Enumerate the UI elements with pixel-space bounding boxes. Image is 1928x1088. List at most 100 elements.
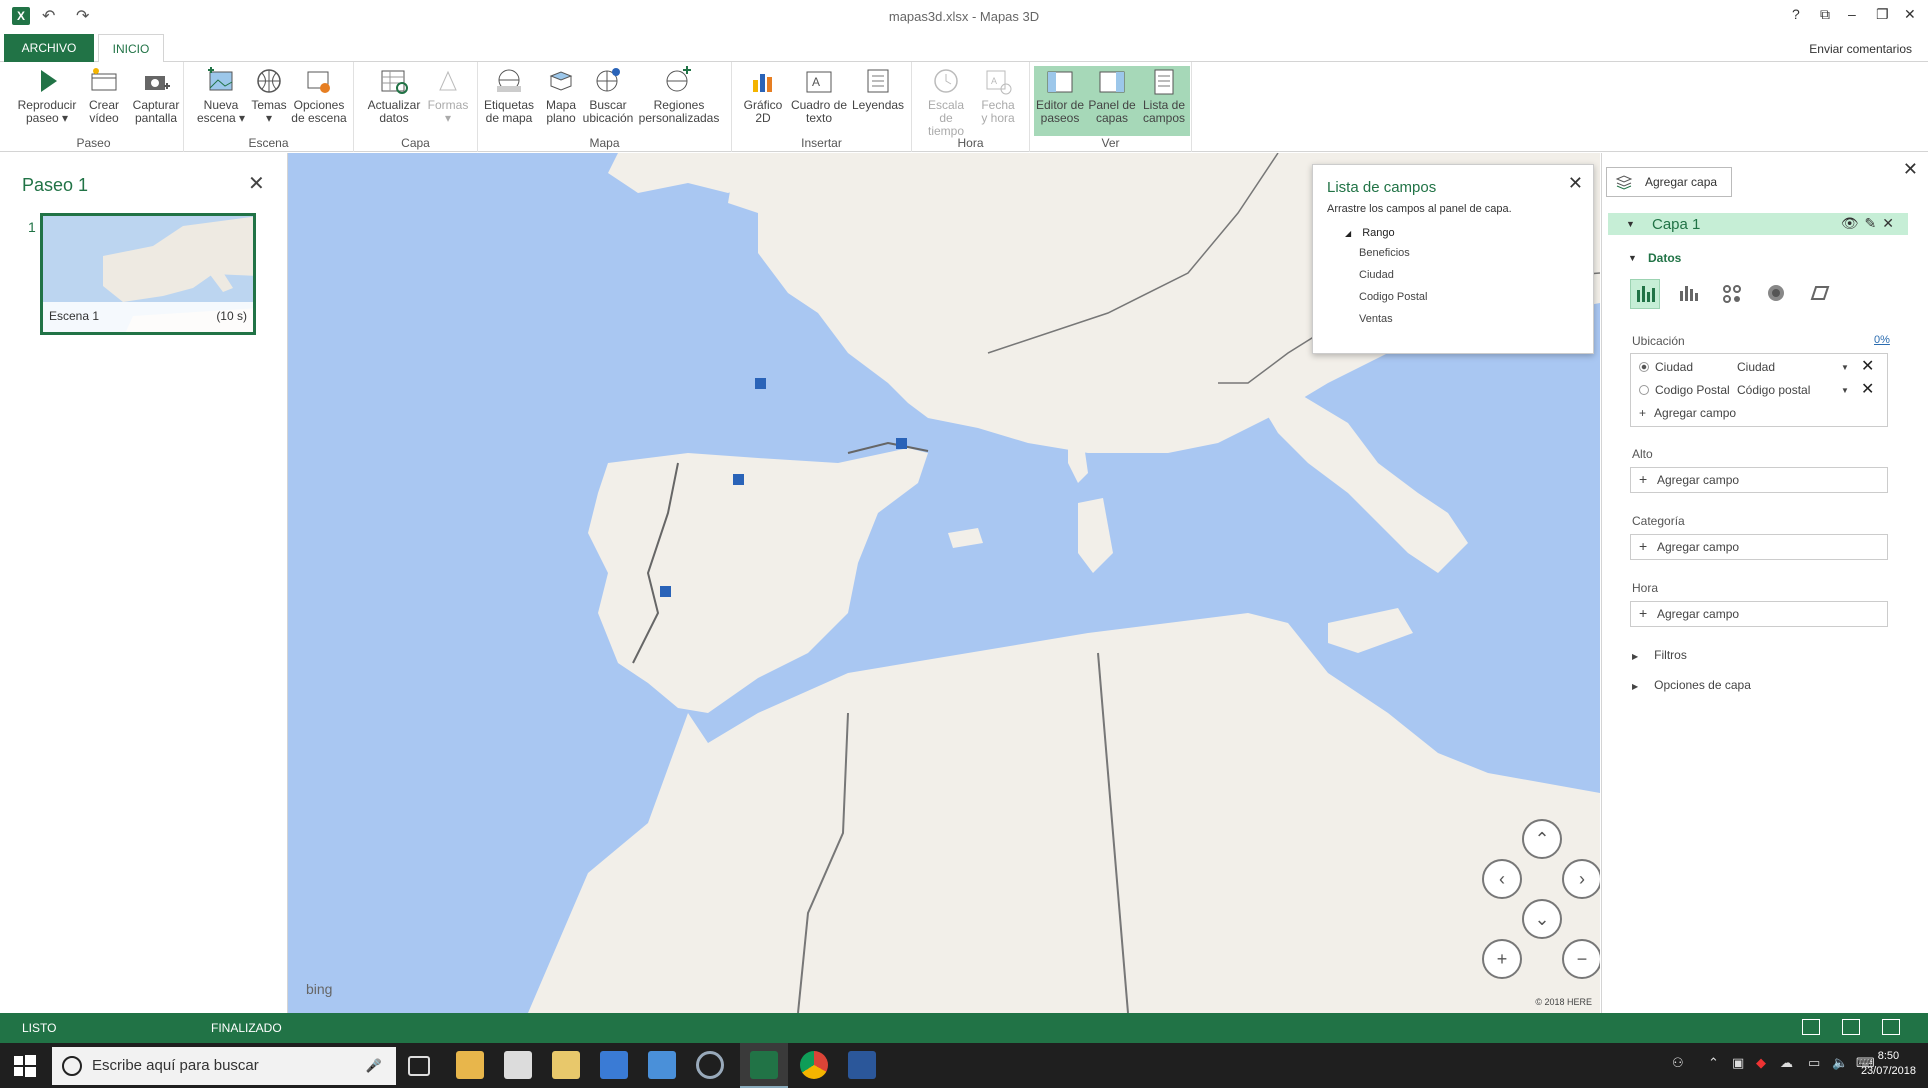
chevron-down-icon[interactable]: ▼ [1841,363,1849,372]
close-button[interactable]: ✕ [1904,6,1916,23]
task-view-icon[interactable] [408,1056,430,1076]
map-marker[interactable] [660,586,671,597]
location-row-ciudad[interactable]: Ciudad [1639,360,1693,374]
onedrive-icon[interactable]: ☁ [1780,1055,1793,1071]
collapse-triangle-icon[interactable]: ▼ [1626,219,1635,229]
play-button[interactable]: Reproducir paseo ▾ [12,66,82,136]
custom-regions-button[interactable]: Regiones personalizadas [636,66,722,136]
excel-taskbar-icon[interactable] [750,1051,778,1079]
find-location-button[interactable]: Buscar ubicación [582,66,634,136]
field-list-button[interactable]: Lista de campos [1138,66,1190,136]
flat-map-button[interactable]: Mapa plano [542,66,580,136]
category-field-well[interactable]: + Agregar campo [1630,534,1888,560]
add-layer-button[interactable]: Agregar capa [1606,167,1732,197]
location-row-codigo-postal[interactable]: Codigo Postal [1639,383,1730,397]
minimize-button[interactable]: – [1848,6,1856,22]
restore-button[interactable]: ❐ [1876,6,1889,23]
store-icon[interactable] [504,1051,532,1079]
map-labels-button[interactable]: Etiquetas de mapa [482,66,536,136]
close-icon[interactable]: ✕ [1903,159,1918,180]
height-field-well[interactable]: + Agregar campo [1630,467,1888,493]
people-icon[interactable]: ⚇ [1672,1055,1684,1071]
scene-thumbnail[interactable]: Escena 1 (10 s) [40,213,256,335]
field-item-beneficios[interactable]: Beneficios [1359,247,1410,259]
refresh-data-button[interactable]: Actualizar datos [366,66,422,136]
app-icon[interactable] [600,1051,628,1079]
cortana-app-icon[interactable] [696,1051,724,1079]
remove-field-icon[interactable]: ✕ [1861,379,1874,399]
microphone-icon[interactable]: 🎤 [366,1058,382,1074]
pan-up-button[interactable]: ⌃ [1522,819,1562,859]
zoom-in-button[interactable]: + [1482,939,1522,979]
eye-icon[interactable]: 👁 [1841,215,1865,231]
close-icon[interactable]: ✕ [248,171,265,196]
clustered-column-icon[interactable] [1674,279,1704,309]
shapes-button[interactable]: Formas ▾ [426,66,470,136]
folder-icon[interactable] [552,1051,580,1079]
filters-section[interactable]: ▶ Filtros [1632,648,1687,662]
fullscreen-icon[interactable] [1882,1019,1900,1035]
video-button[interactable]: Crear vídeo [84,66,124,136]
field-group-rango[interactable]: ◢ Rango [1345,227,1395,239]
clock-button[interactable]: Escala de tiempo [920,66,972,138]
ribbon-display-button[interactable]: ⧉ [1820,6,1830,23]
add-location-field[interactable]: + Agregar campo [1639,406,1736,420]
layer-header[interactable]: ▼ Capa 1 👁✎✕ [1608,213,1908,235]
map-marker[interactable] [755,378,766,389]
tab-archivo[interactable]: ARCHIVO [4,34,94,62]
geo-type-dropdown[interactable]: Código postal [1737,383,1810,397]
map-marker[interactable] [896,438,907,449]
new-scene-button[interactable]: Nueva escena ▾ [196,66,246,136]
help-button[interactable]: ? [1792,6,1800,22]
windows-start-icon[interactable] [14,1055,36,1077]
chrome-icon[interactable] [800,1051,828,1079]
globe-button[interactable]: Temas ▾ [250,66,288,136]
antivirus-icon[interactable]: ◆ [1756,1055,1766,1071]
word-icon[interactable] [848,1051,876,1079]
zoom-out-button[interactable]: − [1562,939,1600,979]
field-item-ciudad[interactable]: Ciudad [1359,269,1394,281]
radio-button[interactable] [1639,362,1649,372]
camera-button[interactable]: Capturar pantalla [128,66,184,136]
screenshot-view-icon[interactable] [1802,1019,1820,1035]
taskbar-clock[interactable]: 8:50 23/07/2018 [1861,1049,1916,1079]
text-box-button[interactable]: A Cuadro de texto [790,66,848,136]
tour-editor-button[interactable]: Editor de paseos [1034,66,1086,136]
file-explorer-icon[interactable] [456,1051,484,1079]
map-marker[interactable] [733,474,744,485]
location-match-percent[interactable]: 0% [1874,334,1890,346]
send-feedback-link[interactable]: Enviar comentarios [1809,42,1912,56]
pan-right-button[interactable]: › [1562,859,1600,899]
layer-pane-button[interactable]: Panel de capas [1086,66,1138,136]
collapse-triangle-icon[interactable]: ▼ [1628,253,1637,263]
chevron-down-icon[interactable]: ▼ [1841,386,1849,395]
app-icon[interactable] [648,1051,676,1079]
volume-icon[interactable]: 🔈 [1832,1055,1848,1071]
heat-map-icon[interactable] [1762,279,1792,309]
bubble-icon[interactable] [1718,279,1748,309]
date-time-button[interactable]: A Fecha y hora [976,66,1020,136]
region-icon[interactable] [1806,279,1836,309]
legend-button[interactable]: Leyendas [852,66,904,136]
tab-inicio[interactable]: INICIO [98,34,164,63]
field-item-ventas[interactable]: Ventas [1359,313,1393,325]
layer-options-section[interactable]: ▶ Opciones de capa [1632,678,1751,692]
stacked-column-icon[interactable] [1630,279,1660,309]
chart-2d-button[interactable]: Gráfico 2D [740,66,786,136]
taskbar-search-input[interactable]: Escribe aquí para buscar 🎤 [52,1047,396,1085]
scene-options-button[interactable]: Opciones de escena [290,66,348,136]
remove-field-icon[interactable]: ✕ [1861,356,1874,376]
geo-type-dropdown[interactable]: Ciudad [1737,360,1775,374]
field-item-codigo-postal[interactable]: Codigo Postal [1359,291,1428,303]
fit-view-icon[interactable] [1842,1019,1860,1035]
network-icon[interactable]: ▭ [1808,1055,1820,1071]
radio-button[interactable] [1639,385,1649,395]
tray-app-icon[interactable]: ▣ [1732,1055,1744,1071]
pan-left-button[interactable]: ‹ [1482,859,1522,899]
pan-down-button[interactable]: ⌄ [1522,899,1562,939]
tray-chevron-icon[interactable]: ⌃ [1708,1055,1719,1071]
delete-icon[interactable]: ✕ [1882,215,1900,231]
time-field-well[interactable]: + Agregar campo [1630,601,1888,627]
pencil-icon[interactable]: ✎ [1865,215,1883,231]
close-icon[interactable]: ✕ [1568,173,1583,194]
